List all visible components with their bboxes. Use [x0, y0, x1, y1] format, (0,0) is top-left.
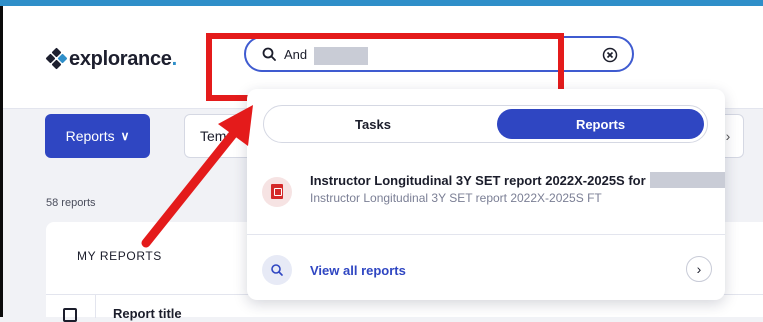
view-all-search-icon [262, 255, 292, 285]
dropdown-divider [247, 234, 725, 235]
explorance-logo[interactable]: explorance . [45, 44, 178, 74]
search-results-dropdown: Tasks Reports Instructor Longitudinal 3Y… [247, 89, 725, 300]
logo-mark-icon [45, 47, 68, 70]
pdf-icon [262, 177, 292, 207]
result-title: Instructor Longitudinal 3Y SET report 20… [310, 173, 646, 188]
column-header-report-title[interactable]: Report title [113, 306, 182, 321]
view-all-reports-label: View all reports [310, 263, 406, 278]
chevron-right-icon: › [725, 128, 731, 144]
reports-button[interactable]: Reports ∨ [45, 114, 150, 158]
column-divider [95, 295, 96, 318]
logo-text: explorance [69, 47, 172, 70]
search-result-item[interactable]: Instructor Longitudinal 3Y SET report 20… [262, 169, 725, 219]
tab-reports[interactable]: Reports [497, 109, 704, 139]
reports-button-label: Reports [65, 128, 115, 144]
my-reports-title: MY REPORTS [77, 249, 162, 263]
chevron-down-icon: ∨ [120, 129, 130, 143]
results-type-toggle: Tasks Reports [263, 105, 708, 143]
view-all-reports-link[interactable]: View all reports › [262, 255, 712, 287]
report-count: 58 reports [46, 197, 96, 209]
clear-search-icon[interactable] [602, 47, 618, 63]
result-subtitle: Instructor Longitudinal 3Y SET report 20… [310, 191, 602, 205]
select-all-checkbox[interactable] [63, 308, 77, 322]
redacted-text [650, 172, 725, 188]
chevron-right-icon[interactable]: › [686, 256, 712, 282]
logo-dot: . [171, 47, 178, 70]
tab-tasks[interactable]: Tasks [264, 106, 482, 142]
templates-button-label: Temp [200, 128, 235, 144]
